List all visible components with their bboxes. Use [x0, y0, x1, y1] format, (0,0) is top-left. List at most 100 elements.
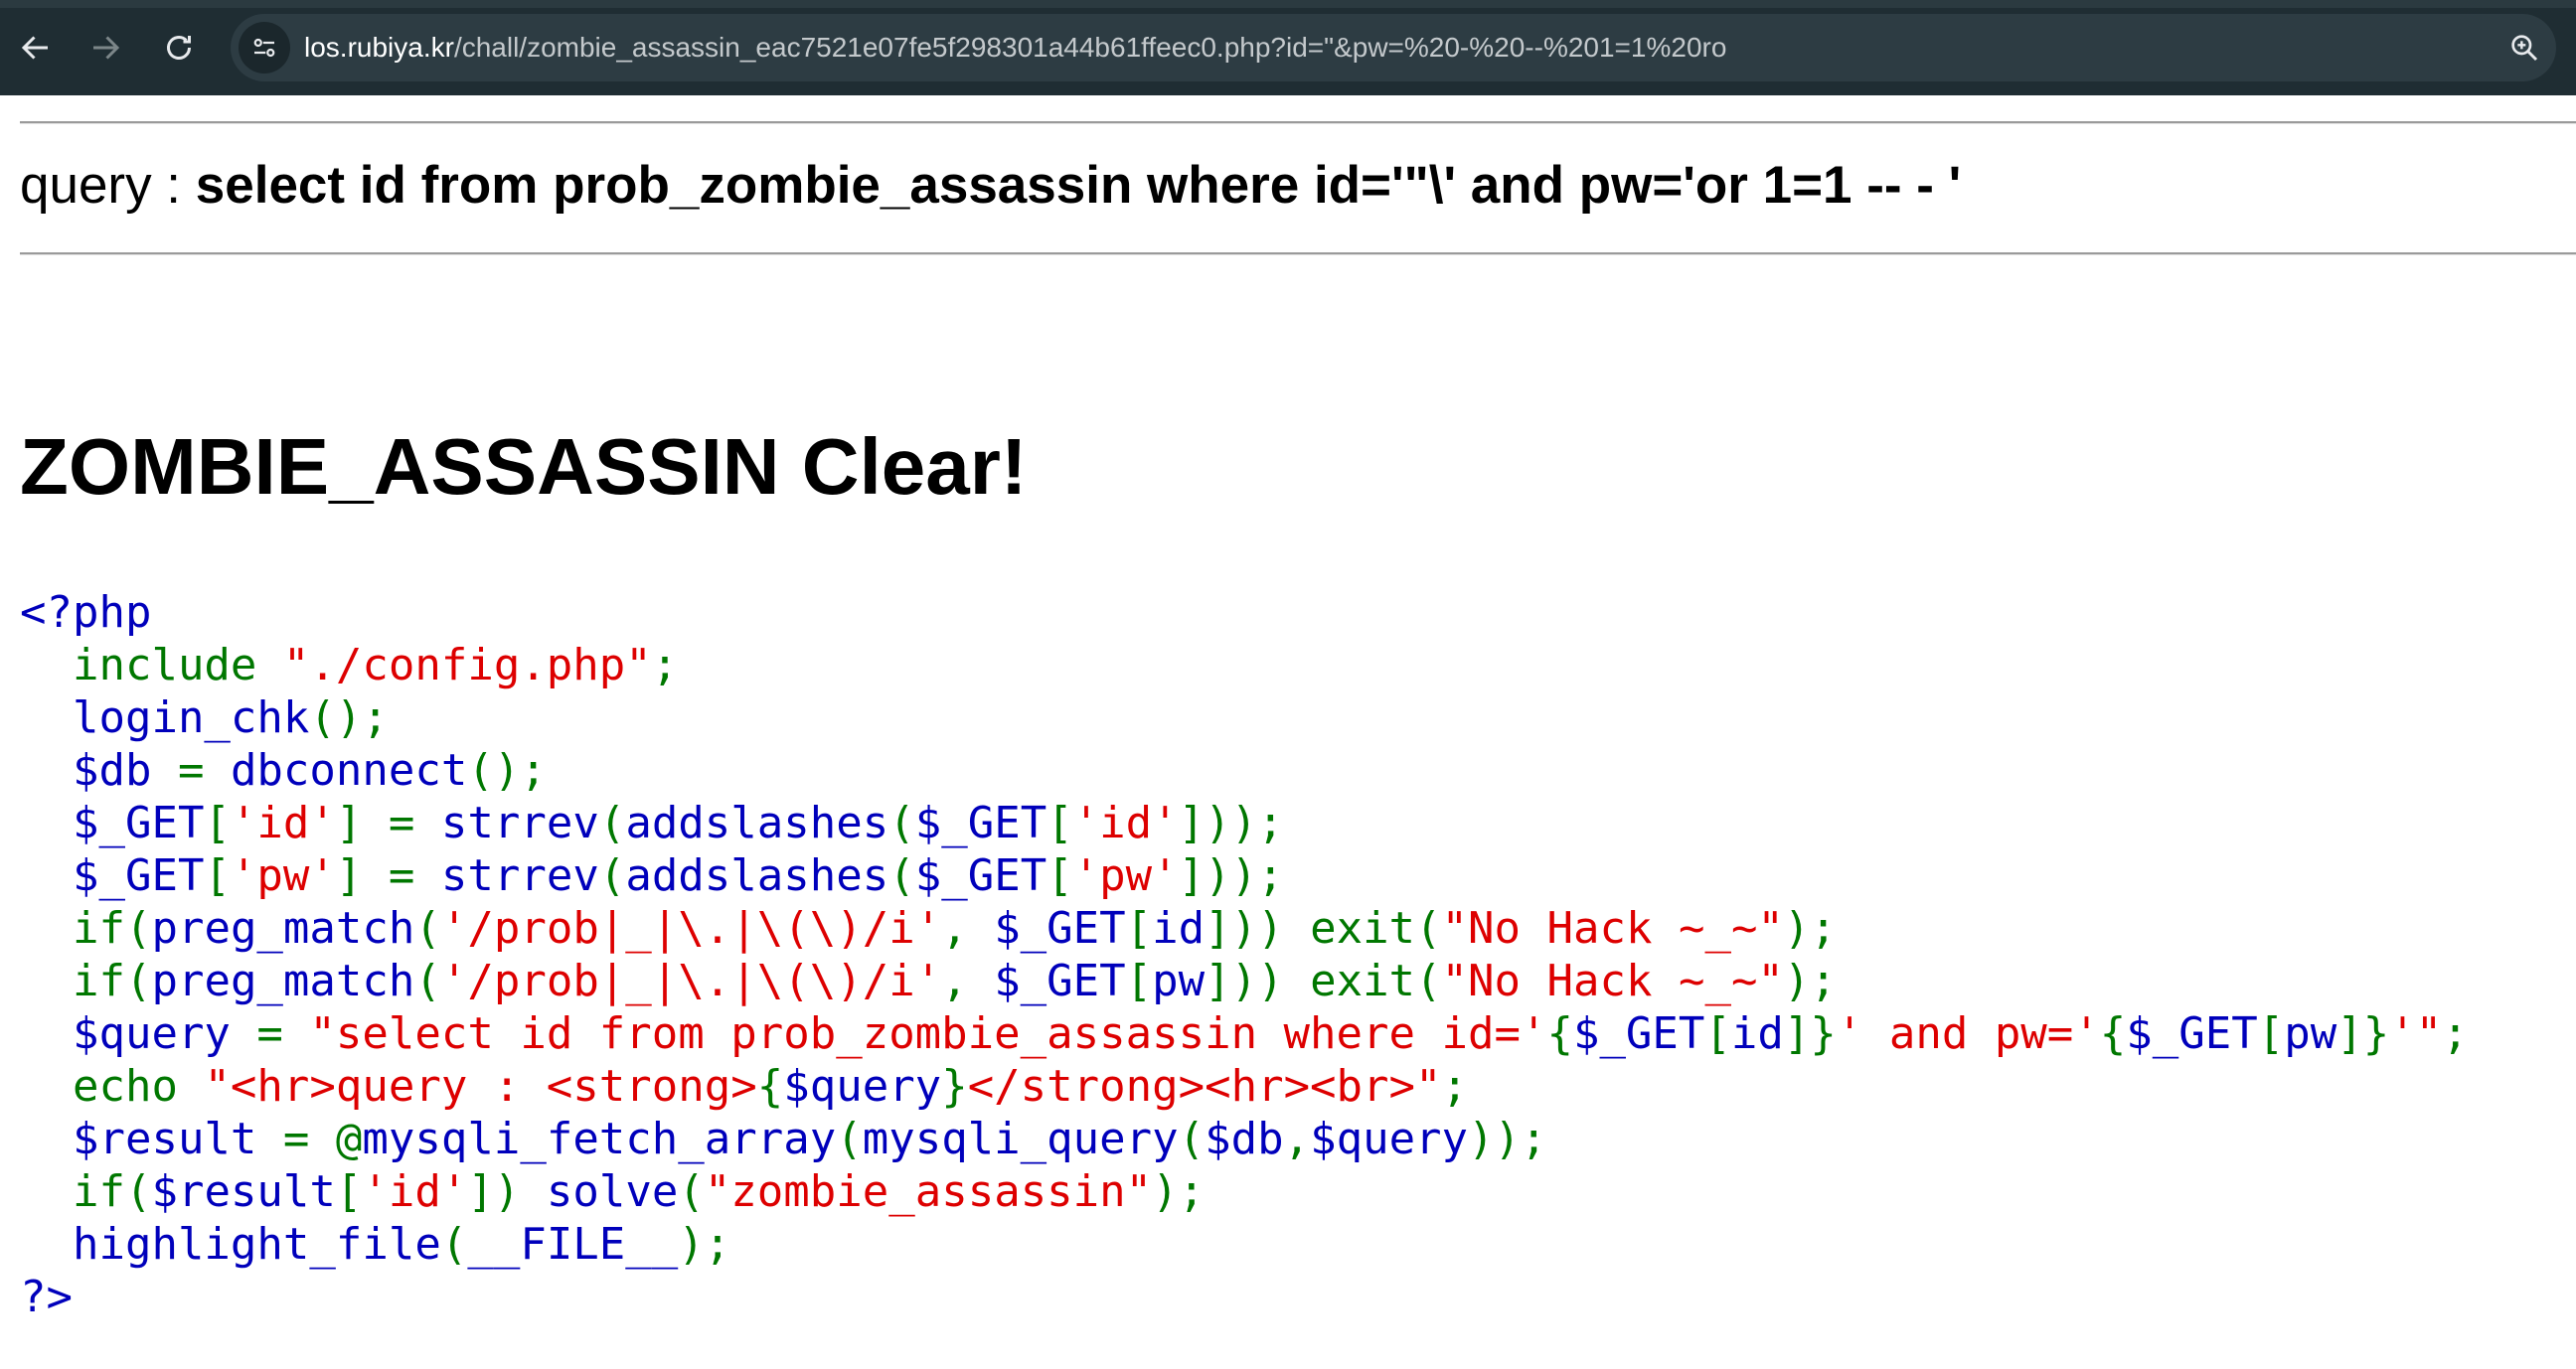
code-token: (); [467, 745, 547, 796]
code-token: ( [678, 1166, 705, 1217]
code-token: dbconnect [230, 745, 468, 796]
code-token: addslashes [625, 798, 889, 848]
code-token: { [1546, 1008, 1573, 1059]
code-token: ] = [335, 798, 441, 848]
code-token: if( [72, 1166, 152, 1217]
code-token: $db [20, 745, 178, 796]
code-token: </strong><hr><br>" [967, 1061, 1442, 1112]
code-token: $query [20, 1008, 257, 1059]
code-token: ]) [467, 1166, 547, 1217]
code-token: pw [2284, 1008, 2337, 1059]
code-token: ])) exit( [1205, 903, 1442, 954]
code-line: ?> [20, 1271, 2469, 1323]
code-line: echo "<hr>query : <strong>{$query}</stro… [20, 1060, 2469, 1113]
code-line: if($result['id']) solve("zombie_assassin… [20, 1165, 2469, 1218]
query-value: select id from prob_zombie_assassin wher… [195, 156, 1962, 215]
code-token: ( [888, 850, 915, 901]
code-token: 'id' [362, 1166, 468, 1217]
code-token: ]} [2336, 1008, 2390, 1059]
code-token: ; [2442, 1008, 2469, 1059]
reload-icon [167, 36, 191, 60]
code-token: 'pw' [230, 850, 336, 901]
tab-strip-edge [0, 0, 2576, 8]
code-token: $_GET [994, 903, 1126, 954]
code-token: ; [1441, 1061, 1469, 1112]
browser-toolbar: los.rubiya.kr/chall/zombie_assassin_eac7… [0, 0, 2576, 95]
code-token: ); [1783, 956, 1837, 1006]
code-token: mysqli_query [862, 1114, 1179, 1164]
code-token: { [2099, 1008, 2127, 1059]
code-token: 'pw' [1072, 850, 1179, 901]
code-token: preg_match [151, 956, 415, 1006]
code-token: ( [414, 903, 441, 954]
code-token: (); [309, 692, 389, 743]
code-token: [ [1704, 1008, 1731, 1059]
code-token: $_GET [20, 798, 205, 848]
code-token: "<hr>query : <strong> [204, 1061, 757, 1112]
code-token: id [1730, 1008, 1784, 1059]
code-token: $query [783, 1061, 942, 1112]
back-button[interactable] [12, 24, 60, 72]
code-token: $_GET [1572, 1008, 1705, 1059]
code-line: if(preg_match('/prob|_|\.|\(\)/i', $_GET… [20, 902, 2469, 955]
code-token: , [1283, 1114, 1311, 1164]
forward-button[interactable] [81, 24, 129, 72]
code-token: [ [1046, 798, 1073, 848]
code-token: ( [414, 956, 441, 1006]
code-token: $_GET [914, 850, 1047, 901]
code-token: ' and pw=' [1836, 1008, 2100, 1059]
code-token: { [756, 1061, 784, 1112]
code-token: ])); [1178, 850, 1284, 901]
source-code-block: <?php include "./config.php"; login_chk(… [20, 586, 2469, 1323]
code-token: solve [546, 1166, 679, 1217]
code-token: login_chk [20, 692, 310, 743]
code-token: preg_match [151, 903, 415, 954]
code-token: strrev [440, 850, 599, 901]
code-line: $db = dbconnect(); [20, 744, 2469, 797]
code-token: $result [151, 1166, 336, 1217]
code-token: $result [20, 1114, 283, 1164]
code-token: [ [335, 1166, 363, 1217]
code-token: '" [2389, 1008, 2443, 1059]
code-token: addslashes [625, 850, 889, 901]
code-token: ?> [20, 1272, 73, 1322]
code-token: [ [204, 798, 231, 848]
code-line: include "./config.php"; [20, 639, 2469, 691]
code-token: ] = [335, 850, 441, 901]
code-line: highlight_file(__FILE__); [20, 1218, 2469, 1271]
horizontal-rule-bottom [20, 252, 2576, 255]
code-token: [ [2257, 1008, 2285, 1059]
code-token: highlight_file [20, 1219, 441, 1270]
reload-button[interactable] [155, 24, 203, 72]
code-token: if( [72, 956, 152, 1006]
zoom-icon [2511, 35, 2538, 62]
code-line: $result = @mysqli_fetch_array(mysqli_que… [20, 1113, 2469, 1165]
address-bar[interactable]: los.rubiya.kr/chall/zombie_assassin_eac7… [231, 14, 2556, 81]
code-token: 'id' [230, 798, 336, 848]
code-token: ])); [1178, 798, 1284, 848]
code-line: $_GET['id'] = strrev(addslashes($_GET['i… [20, 797, 2469, 849]
site-info-button[interactable] [239, 22, 290, 74]
code-token: <?php [20, 587, 152, 638]
code-token: ); [678, 1219, 731, 1270]
code-token: [ [204, 850, 231, 901]
url-text[interactable]: los.rubiya.kr/chall/zombie_assassin_eac7… [304, 14, 1726, 81]
code-token: ( [440, 1219, 468, 1270]
code-token: ( [598, 850, 626, 901]
zoom-button[interactable] [2502, 26, 2546, 70]
code-token: ( [1178, 1114, 1206, 1164]
forward-arrow-icon [93, 36, 120, 60]
code-token: strrev [440, 798, 599, 848]
code-token: ); [1783, 903, 1837, 954]
clear-message: ZOMBIE_ASSASSIN Clear! [20, 422, 1028, 511]
query-label: query : [20, 156, 196, 215]
code-token: $_GET [914, 798, 1047, 848]
back-arrow-icon [21, 36, 48, 60]
code-token: mysqli_fetch_array [362, 1114, 837, 1164]
code-token: pw [1152, 956, 1206, 1006]
site-info-icon [253, 38, 275, 58]
code-token: "select id from prob_zombie_assassin whe… [309, 1008, 1547, 1059]
code-token: ; [651, 640, 679, 690]
